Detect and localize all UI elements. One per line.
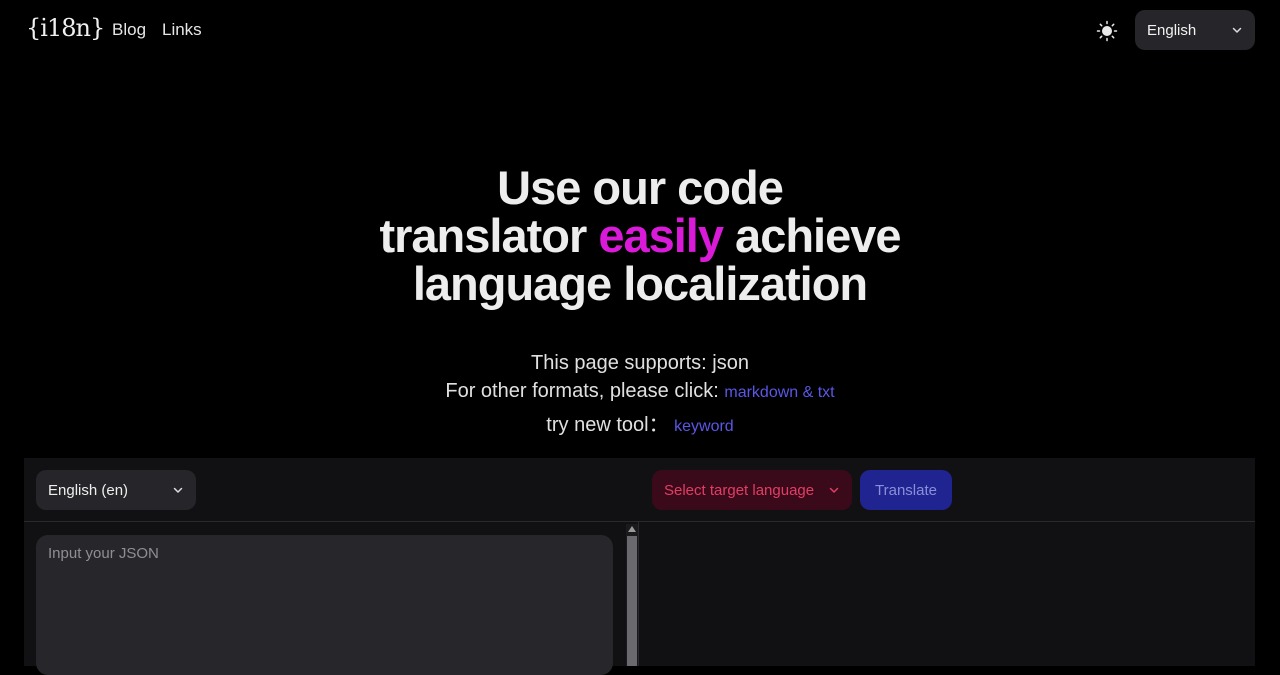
- keyword-link[interactable]: keyword: [674, 418, 734, 435]
- chevron-down-icon: [829, 487, 839, 493]
- hero-line-1: Use our code: [497, 161, 784, 214]
- other-formats-label: For other formats, please click:: [445, 380, 725, 402]
- input-scrollbar[interactable]: [626, 524, 638, 666]
- site-logo[interactable]: {i18n}: [26, 14, 105, 42]
- chevron-down-icon: [173, 487, 183, 493]
- other-formats-line: For other formats, please click: markdow…: [0, 380, 1280, 403]
- hero-line-2-end: achieve: [723, 209, 901, 262]
- scroll-up-icon[interactable]: [628, 526, 636, 532]
- nav-link-links[interactable]: Links: [162, 20, 202, 40]
- translator-toolbar: English (en) Select target language Tran…: [24, 458, 1255, 522]
- nav-link-blog[interactable]: Blog: [112, 20, 146, 40]
- chevron-down-icon: [1232, 27, 1242, 33]
- source-language-value: English (en): [48, 481, 129, 499]
- hero-line-2-start: translator: [379, 209, 599, 262]
- language-select[interactable]: English: [1135, 10, 1255, 50]
- supports-text: This page supports: json: [531, 352, 749, 374]
- panel-divider: [638, 522, 639, 666]
- hero-accent-word: easily: [598, 209, 724, 262]
- try-tool-line: try new tool： keyword: [0, 408, 1280, 437]
- hero-line-3: language localization: [412, 257, 868, 310]
- source-language-select[interactable]: English (en): [36, 470, 196, 510]
- sun-icon[interactable]: [1096, 20, 1118, 42]
- hero-heading: Use our code translator easily achieve l…: [0, 164, 1280, 308]
- json-input[interactable]: Input your JSON: [36, 535, 613, 675]
- translate-button[interactable]: Translate: [860, 470, 952, 510]
- language-select-value: English: [1147, 21, 1197, 39]
- scroll-thumb[interactable]: [627, 536, 637, 666]
- target-language-placeholder: Select target language: [664, 481, 815, 499]
- target-language-select[interactable]: Select target language: [652, 470, 852, 510]
- markdown-txt-link[interactable]: markdown & txt: [724, 384, 834, 401]
- translator-panel: English (en) Select target language Tran…: [24, 458, 1255, 675]
- top-nav: {i18n} Blog Links English: [0, 0, 1280, 62]
- try-tool-label: try new tool：: [546, 414, 675, 436]
- hero-line-2: translator easily achieve: [0, 212, 1280, 260]
